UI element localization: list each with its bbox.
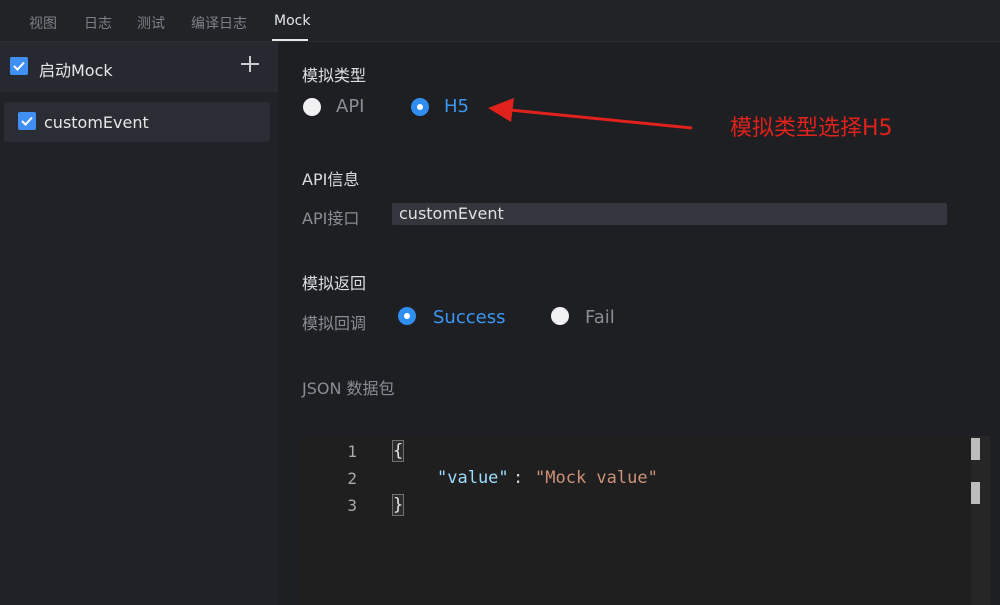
annotation-arrow bbox=[488, 98, 693, 130]
annotation-text: 模拟类型选择H5 bbox=[730, 116, 893, 141]
